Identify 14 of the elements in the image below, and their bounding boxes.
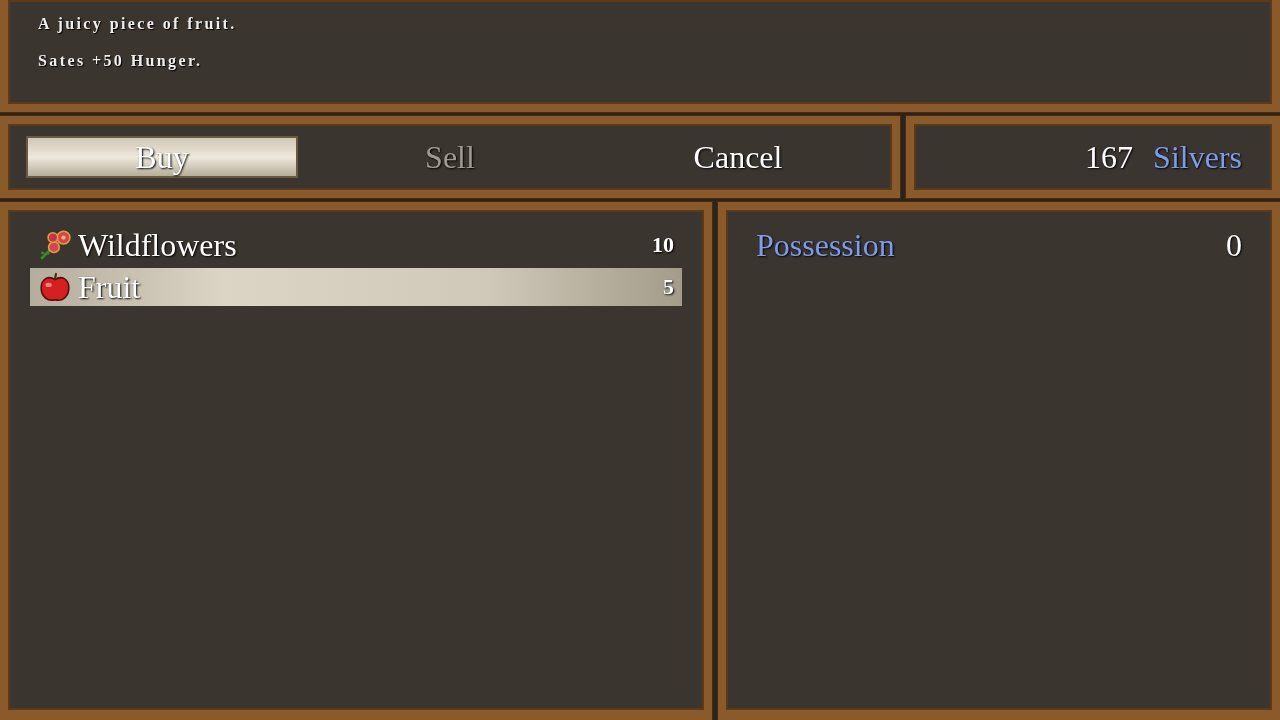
- help-text: A juicy piece of fruit.: [38, 14, 238, 34]
- item-price: 10: [652, 232, 674, 258]
- currency-unit: Silvers: [1153, 138, 1242, 176]
- flower-icon: [38, 228, 72, 262]
- possession-label: Possession: [756, 226, 895, 264]
- help-text: Sates +50 Hunger.: [38, 51, 204, 71]
- command-button[interactable]: Cancel: [604, 138, 872, 176]
- apple-icon: [38, 270, 72, 304]
- item-name[interactable]: Wildflowers: [78, 226, 646, 264]
- item-row[interactable]: Wildflowers 10: [30, 226, 682, 264]
- possession-count: 0: [1226, 226, 1242, 264]
- item-row-highlight[interactable]: Fruit 5: [30, 268, 682, 306]
- money-amount: 167: [1085, 138, 1134, 176]
- item-price: 5: [663, 274, 674, 300]
